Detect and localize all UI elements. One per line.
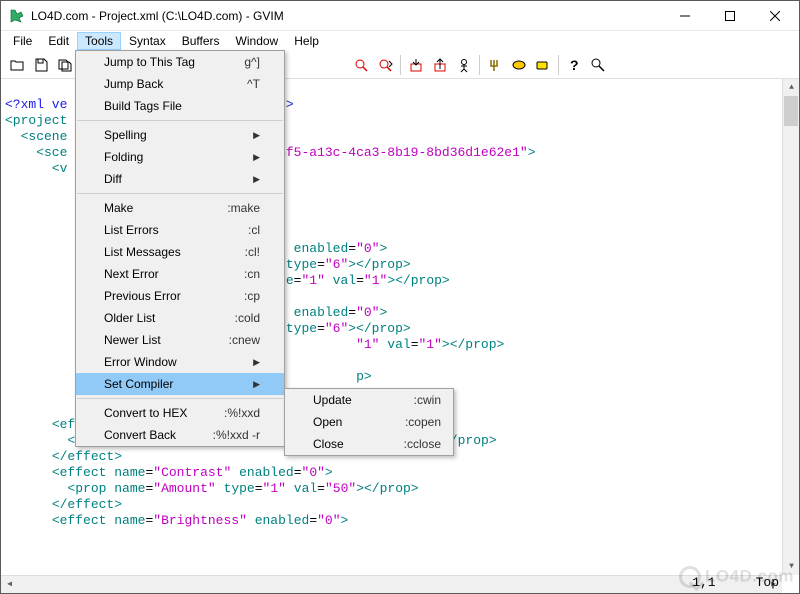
menu-syntax[interactable]: Syntax: [121, 32, 174, 50]
menu-older-list[interactable]: Older List:cold: [76, 307, 284, 329]
scroll-left-icon[interactable]: ◀: [1, 576, 18, 593]
menu-separator: [77, 120, 283, 121]
menu-build-tags[interactable]: Build Tags File: [76, 95, 284, 117]
menu-next-error[interactable]: Next Error:cn: [76, 263, 284, 285]
find-help-icon[interactable]: [587, 54, 609, 76]
horizontal-scrollbar[interactable]: ◀ ▶: [1, 575, 782, 593]
vertical-scrollbar[interactable]: ▲ ▼: [782, 79, 799, 575]
chevron-right-icon: ▶: [253, 357, 260, 368]
run-script-icon[interactable]: [453, 54, 475, 76]
maximize-button[interactable]: [707, 2, 752, 30]
tools-dropdown: Jump to This Tagg^] Jump Back^T Build Ta…: [75, 50, 285, 447]
app-icon: [9, 8, 25, 24]
titlebar: LO4D.com - Project.xml (C:\LO4D.com) - G…: [1, 1, 799, 31]
menu-set-compiler[interactable]: Set Compiler▶: [76, 373, 284, 395]
help-icon[interactable]: ?: [563, 54, 585, 76]
tags-icon[interactable]: [532, 54, 554, 76]
load-session-icon[interactable]: [405, 54, 427, 76]
menu-list-errors[interactable]: List Errors:cl: [76, 219, 284, 241]
menu-convert-to-hex[interactable]: Convert to HEX:%!xxd: [76, 402, 284, 424]
menu-convert-back[interactable]: Convert Back:%!xxd -r: [76, 424, 284, 446]
menu-file[interactable]: File: [5, 32, 40, 50]
menu-previous-error[interactable]: Previous Error:cp: [76, 285, 284, 307]
window-title: LO4D.com - Project.xml (C:\LO4D.com) - G…: [31, 9, 662, 23]
chevron-right-icon: ▶: [253, 174, 260, 185]
save-all-icon[interactable]: [54, 54, 76, 76]
open-icon[interactable]: [6, 54, 28, 76]
menu-jump-to-tag[interactable]: Jump to This Tagg^]: [76, 51, 284, 73]
menu-make[interactable]: Make:make: [76, 197, 284, 219]
chevron-right-icon: ▶: [253, 152, 260, 163]
save-session-icon[interactable]: [429, 54, 451, 76]
toolbar-separator: [479, 55, 480, 75]
menu-folding[interactable]: Folding▶: [76, 146, 284, 168]
scroll-up-icon[interactable]: ▲: [783, 79, 799, 96]
menu-list-messages[interactable]: List Messages:cl!: [76, 241, 284, 263]
find-prev-icon[interactable]: [350, 54, 372, 76]
submenu-close[interactable]: Close:cclose: [285, 433, 465, 455]
menu-window[interactable]: Window: [228, 32, 287, 50]
submenu-update[interactable]: Update:cwin: [285, 389, 465, 411]
menu-help[interactable]: Help: [286, 32, 327, 50]
menu-jump-back[interactable]: Jump Back^T: [76, 73, 284, 95]
shell-icon[interactable]: [508, 54, 530, 76]
find-next-icon[interactable]: [374, 54, 396, 76]
chevron-right-icon: ▶: [253, 379, 260, 390]
menubar: File Edit Tools Syntax Buffers Window He…: [1, 31, 799, 51]
make-icon[interactable]: [484, 54, 506, 76]
menu-spelling[interactable]: Spelling▶: [76, 124, 284, 146]
toolbar-separator: [400, 55, 401, 75]
minimize-button[interactable]: [662, 2, 707, 30]
watermark: LO4D.com: [679, 566, 794, 588]
menu-newer-list[interactable]: Newer List:cnew: [76, 329, 284, 351]
menu-error-window[interactable]: Error Window▶: [76, 351, 284, 373]
scroll-thumb[interactable]: [784, 96, 798, 126]
menu-separator: [77, 193, 283, 194]
menu-diff[interactable]: Diff▶: [76, 168, 284, 190]
submenu-open[interactable]: Open:copen: [285, 411, 465, 433]
set-compiler-submenu: Update:cwin Open:copen Close:cclose: [284, 388, 454, 456]
menu-buffers[interactable]: Buffers: [174, 32, 228, 50]
menu-tools[interactable]: Tools: [77, 32, 121, 50]
chevron-right-icon: ▶: [253, 130, 260, 141]
menu-separator: [77, 398, 283, 399]
menu-edit[interactable]: Edit: [40, 32, 77, 50]
window-controls: [662, 2, 797, 30]
toolbar-separator: [558, 55, 559, 75]
save-icon[interactable]: [30, 54, 52, 76]
svg-text:?: ?: [570, 57, 579, 73]
close-button[interactable]: [752, 2, 797, 30]
